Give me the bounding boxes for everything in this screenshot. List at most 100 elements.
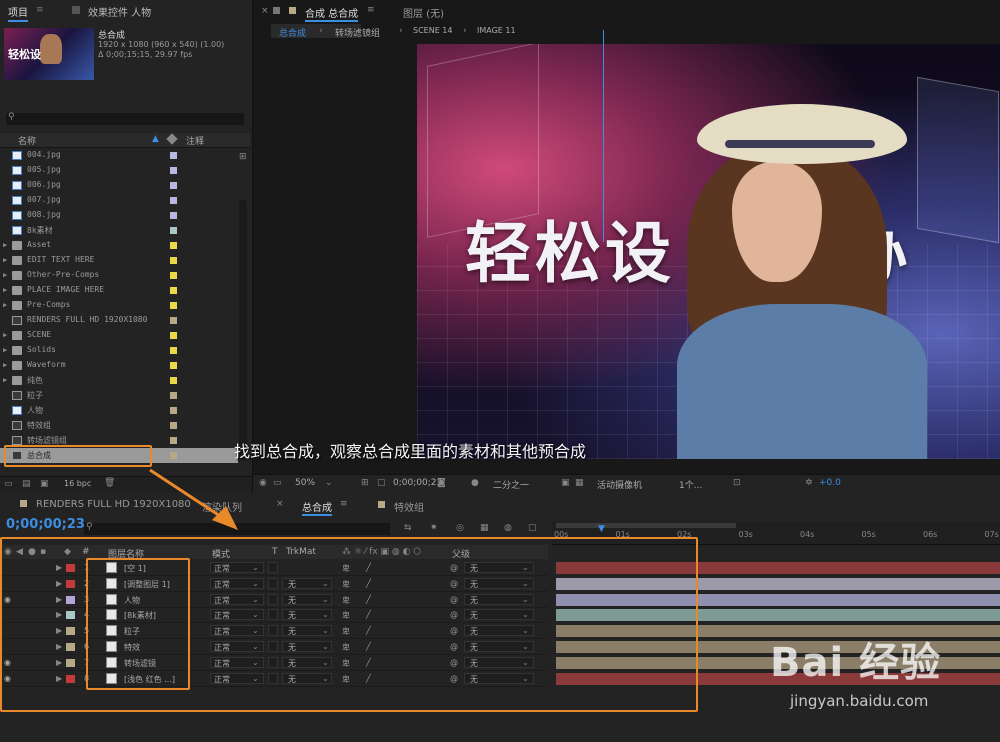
current-time-indicator[interactable]	[603, 30, 604, 242]
new-comp-icon[interactable]: ▣	[40, 479, 49, 489]
column-comment[interactable]: 注释	[186, 134, 204, 147]
expand-arrow-icon[interactable]: ▶	[3, 331, 7, 339]
comp-flowchart-icon[interactable]: ⇆	[404, 523, 412, 533]
label-color-swatch[interactable]	[170, 347, 177, 354]
breadcrumb-item-scene[interactable]: SCENE 14	[413, 26, 452, 35]
monitor-icon[interactable]: ▭	[273, 478, 282, 488]
project-item[interactable]: ▶ 纯色	[0, 373, 238, 388]
close-icon[interactable]: ×	[276, 499, 284, 509]
menu-icon[interactable]: ≡	[367, 5, 375, 15]
tab-effects-group[interactable]: 特效组	[394, 499, 424, 514]
expand-arrow-icon[interactable]: ▶	[3, 361, 7, 369]
project-item[interactable]: ▶ PLACE IMAGE HERE	[0, 283, 238, 298]
tab-main-comp[interactable]: 总合成	[302, 499, 332, 516]
project-item[interactable]: RENDERS FULL HD 1920X1080	[0, 313, 238, 328]
project-item[interactable]: ▶ Asset	[0, 238, 238, 253]
delete-icon[interactable]: 🗑	[104, 478, 115, 488]
expand-arrow-icon[interactable]: ▶	[3, 256, 7, 264]
tab-project[interactable]: 项目	[8, 4, 28, 22]
snapshot-icon[interactable]: ◉	[259, 478, 267, 488]
expand-arrow-icon[interactable]: ▶	[3, 241, 7, 249]
label-color-swatch[interactable]	[170, 362, 177, 369]
label-color-swatch[interactable]	[170, 227, 177, 234]
label-color-swatch[interactable]	[170, 392, 177, 399]
label-color-swatch[interactable]	[170, 317, 177, 324]
transparency-grid-icon[interactable]: ▦	[575, 478, 584, 488]
expand-arrow-icon[interactable]: ▶	[3, 346, 7, 354]
project-item[interactable]: 特效组	[0, 418, 238, 433]
comp-frame-preview[interactable]: 轻松设 高效办	[417, 44, 1000, 459]
new-folder-icon[interactable]: ▤	[22, 479, 31, 489]
motion-blur-icon[interactable]: ◍	[504, 523, 512, 533]
label-color-swatch[interactable]	[170, 437, 177, 444]
camera-icon[interactable]: ◙	[437, 478, 446, 488]
project-item[interactable]: 007.jpg	[0, 193, 238, 208]
label-color-swatch[interactable]	[170, 182, 177, 189]
expand-arrow-icon[interactable]: ▶	[3, 286, 7, 294]
label-color-swatch[interactable]	[170, 167, 177, 174]
label-color-swatch[interactable]	[170, 152, 177, 159]
draft-3d-icon[interactable]: ✷	[430, 523, 438, 533]
project-item[interactable]: ▶ Waveform	[0, 358, 238, 373]
project-item[interactable]: ▶ Other-Pre-Comps	[0, 268, 238, 283]
toggle-icon[interactable]: ⊡	[733, 478, 741, 488]
timeline-timecode[interactable]: 0;00;00;23	[6, 517, 85, 532]
camera-select[interactable]: 活动摄像机	[597, 478, 642, 491]
expand-arrow-icon[interactable]: ▶	[3, 376, 7, 384]
label-color-swatch[interactable]	[170, 452, 177, 459]
reset-exposure-icon[interactable]: ✲	[805, 478, 813, 488]
resolution-select[interactable]: 二分之一	[493, 478, 529, 491]
tab-comp-main[interactable]: 合成 总合成	[305, 5, 359, 22]
color-channel-icon[interactable]: ●	[471, 478, 479, 488]
menu-icon[interactable]: ≡	[36, 5, 44, 15]
frame-blending-icon[interactable]: ▦	[480, 523, 489, 533]
work-area-bar[interactable]	[556, 523, 736, 528]
mask-toggle-icon[interactable]: ▢	[377, 478, 386, 488]
breadcrumb-item-image[interactable]: IMAGE 11	[477, 26, 516, 35]
label-color-swatch[interactable]	[170, 257, 177, 264]
project-item[interactable]: ▶ Pre-Comps	[0, 298, 238, 313]
project-search-input[interactable]: ⚲	[6, 112, 244, 125]
label-color-swatch[interactable]	[170, 212, 177, 219]
project-item[interactable]: 008.jpg	[0, 208, 238, 223]
zoom-level[interactable]: 50%	[295, 478, 315, 488]
flowchart-icon[interactable]: ⊞	[239, 152, 247, 162]
label-color-swatch[interactable]	[170, 422, 177, 429]
current-timecode[interactable]: 0;00;00;23	[393, 478, 442, 488]
sort-arrow-icon[interactable]: ▲	[152, 134, 159, 144]
playhead-icon[interactable]: ▼	[598, 524, 605, 534]
exposure-value[interactable]: +0.0	[819, 478, 841, 488]
label-color-swatch[interactable]	[170, 197, 177, 204]
grid-toggle-icon[interactable]: ⊞	[361, 478, 369, 488]
shy-layers-icon[interactable]: ◎	[456, 523, 464, 533]
graph-editor-icon[interactable]: ▢	[528, 523, 537, 533]
tab-layer[interactable]: 图层 (无)	[403, 5, 444, 20]
label-color-swatch[interactable]	[170, 242, 177, 249]
expand-arrow-icon[interactable]: ▶	[3, 271, 7, 279]
project-item[interactable]: 004.jpg	[0, 148, 238, 163]
chevron-down-icon[interactable]: ⌄	[325, 478, 333, 488]
expand-arrow-icon[interactable]: ▶	[3, 301, 7, 309]
project-item[interactable]: ▶ EDIT TEXT HERE	[0, 253, 238, 268]
project-item[interactable]: 人物	[0, 403, 238, 418]
project-scrollbar[interactable]	[239, 200, 247, 460]
column-name[interactable]: 名称	[18, 134, 36, 147]
breadcrumb-item-main[interactable]: 总合成	[279, 26, 306, 39]
project-item[interactable]: ▶ Solids	[0, 343, 238, 358]
project-item[interactable]: 006.jpg	[0, 178, 238, 193]
views-select[interactable]: 1个...	[679, 478, 702, 491]
project-item[interactable]: 005.jpg	[0, 163, 238, 178]
bit-depth[interactable]: 16 bpc	[64, 479, 91, 488]
interpret-footage-icon[interactable]: ▭	[4, 479, 13, 489]
label-color-swatch[interactable]	[170, 287, 177, 294]
label-color-swatch[interactable]	[170, 302, 177, 309]
region-icon[interactable]: ▣	[561, 478, 570, 488]
close-icon[interactable]: ×	[261, 6, 269, 16]
menu-icon[interactable]: ≡	[340, 499, 348, 509]
project-item[interactable]: 粒子	[0, 388, 238, 403]
tab-effect-controls[interactable]: 效果控件 人物	[88, 4, 151, 19]
label-color-swatch[interactable]	[170, 377, 177, 384]
label-color-swatch[interactable]	[170, 407, 177, 414]
breadcrumb-item-transition[interactable]: 转场滤镜组	[335, 26, 380, 39]
project-item[interactable]: 8k素材	[0, 223, 238, 238]
